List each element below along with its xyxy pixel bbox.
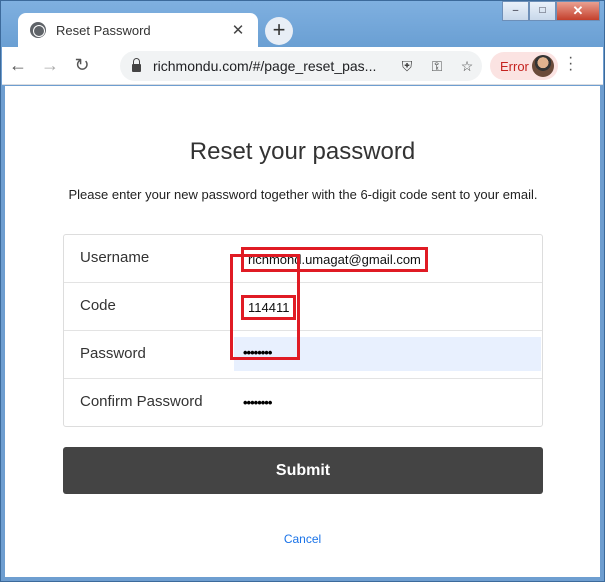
- username-row: Username richmond.umagat@gmail.com: [64, 235, 542, 283]
- tab-close-icon[interactable]: ✕: [230, 21, 246, 39]
- avatar: [532, 55, 554, 77]
- lock-icon[interactable]: [132, 58, 141, 72]
- star-icon[interactable]: ☆: [452, 58, 482, 75]
- address-bar[interactable]: richmondu.com/#/page_reset_pas... ⛨ ⚿ ☆: [120, 51, 482, 81]
- submit-button[interactable]: Submit: [63, 447, 543, 494]
- password-row: Password ••••••••: [64, 331, 542, 379]
- username-label: Username: [80, 249, 150, 266]
- close-window-button[interactable]: ✕: [556, 1, 600, 21]
- error-label: Error: [500, 58, 529, 74]
- password-label: Password: [80, 345, 146, 362]
- page-description: Please enter your new password together …: [68, 187, 538, 202]
- key-icon[interactable]: ⚿: [422, 58, 452, 75]
- page-title: Reset your password: [189, 138, 416, 165]
- new-tab-button[interactable]: +: [265, 17, 293, 45]
- tab-strip: Reset Password ✕ + ‒ □ ✕: [1, 1, 604, 47]
- url-text[interactable]: richmondu.com/#/page_reset_pas...: [153, 58, 392, 74]
- reload-icon[interactable]: ↻: [66, 55, 98, 76]
- tab-title: Reset Password: [56, 22, 151, 38]
- cancel-link[interactable]: Cancel: [5, 532, 600, 546]
- reset-form: Username richmond.umagat@gmail.com Code …: [63, 234, 543, 427]
- code-label: Code: [80, 297, 116, 314]
- minimize-button[interactable]: ‒: [502, 1, 529, 21]
- confirm-password-field[interactable]: ••••••••: [243, 395, 272, 410]
- browser-window: Reset Password ✕ + ‒ □ ✕ ← → ↻ richmondu…: [0, 0, 605, 582]
- tab-reset-password[interactable]: Reset Password ✕: [18, 13, 258, 47]
- back-arrow-icon[interactable]: ←: [2, 55, 34, 76]
- page-content: Reset your password Please enter your ne…: [5, 86, 600, 577]
- confirm-password-row: Confirm Password ••••••••: [64, 379, 542, 427]
- forward-arrow-icon[interactable]: →: [34, 55, 66, 76]
- window-controls: ‒ □ ✕: [502, 1, 600, 21]
- menu-dots-icon[interactable]: · · ·: [568, 50, 573, 78]
- confirm-password-label: Confirm Password: [80, 393, 203, 410]
- profile-error-button[interactable]: Error: [490, 52, 558, 80]
- code-row: Code 114411: [64, 283, 542, 331]
- browser-toolbar: ← → ↻ richmondu.com/#/page_reset_pas... …: [2, 47, 603, 85]
- maximize-button[interactable]: □: [529, 1, 556, 21]
- password-annotation-box: [230, 254, 300, 360]
- blocked-content-icon[interactable]: ⛨: [392, 58, 422, 75]
- globe-icon: [30, 22, 46, 38]
